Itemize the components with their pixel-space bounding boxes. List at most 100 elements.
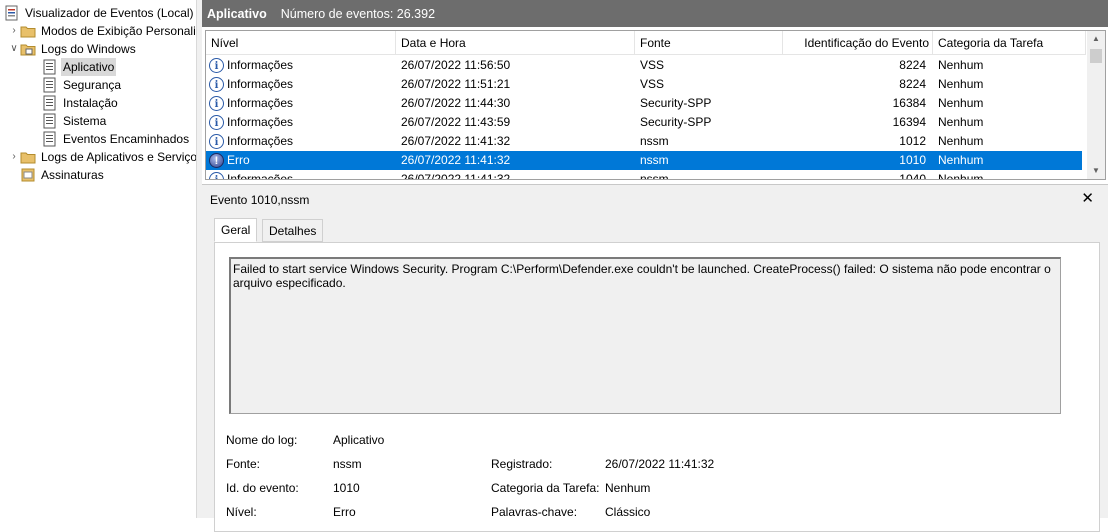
- column-header-event-id[interactable]: Identificação do Evento: [783, 31, 933, 55]
- scroll-down-icon[interactable]: ▼: [1087, 163, 1105, 179]
- vertical-scrollbar[interactable]: ▲ ▼: [1087, 31, 1105, 179]
- table-row[interactable]: Informações 26/07/2022 11:51:21 VSS 8224 Nen…: [206, 75, 1082, 94]
- tree-item-app-services-logs[interactable]: › Logs de Aplicativos e Serviço: [8, 148, 197, 166]
- cell-level: Informações: [209, 170, 394, 180]
- cell-level: Informações: [209, 113, 394, 132]
- general-tab-panel: Failed to start service Windows Security…: [214, 242, 1100, 532]
- tree-label-setup: Instalação: [63, 96, 118, 110]
- cell-source: VSS: [640, 77, 665, 91]
- level-text: Informações: [227, 77, 294, 91]
- cell-level: Informações: [209, 94, 394, 113]
- prop-category-label: Categoria da Tarefa:: [491, 481, 600, 495]
- event-description[interactable]: Failed to start service Windows Security…: [229, 257, 1061, 414]
- tree-label-security: Segurança: [63, 78, 122, 92]
- cell-source: VSS: [640, 58, 665, 72]
- column-header-row: Nível Data e Hora Fonte Identificação do…: [206, 31, 1086, 55]
- navigation-tree: Visualizador de Eventos (Local) › Modos …: [0, 0, 197, 518]
- tab-general[interactable]: Geral: [214, 218, 258, 242]
- tree-item-application[interactable]: Aplicativo: [42, 58, 117, 76]
- prop-logged-value: 26/07/2022 11:41:32: [605, 457, 715, 471]
- table-row[interactable]: Informações 26/07/2022 11:44:30 Security-S…: [206, 94, 1082, 113]
- table-row[interactable]: Informações 26/07/2022 11:56:50 VSS 8224 Nen…: [206, 56, 1082, 75]
- event-detail-title: Evento 1010,nssm: [210, 193, 310, 207]
- cell-date: 26/07/2022 11:56:50: [401, 58, 511, 72]
- chevron-right-icon[interactable]: ›: [8, 22, 20, 40]
- folder-icon: [20, 149, 36, 165]
- table-row[interactable]: Informações 26/07/2022 11:43:59 Security-S…: [206, 113, 1082, 132]
- tree-item-custom-views[interactable]: › Modos de Exibição Personali: [8, 22, 196, 40]
- column-header-category[interactable]: Categoria da Tarefa: [933, 31, 1086, 55]
- level-text: Informações: [227, 172, 294, 180]
- tree-item-setup[interactable]: Instalação: [42, 94, 120, 112]
- content-pane: Aplicativo Número de eventos: 26.392 Nív…: [202, 0, 1108, 532]
- cell-category: Nenhum: [938, 153, 984, 167]
- tree-label-forwarded-events: Eventos Encaminhados: [63, 132, 190, 146]
- column-header-date[interactable]: Data e Hora: [396, 31, 635, 55]
- tree-item-subscriptions[interactable]: Assinaturas: [20, 166, 106, 184]
- info-icon: [209, 171, 224, 179]
- tree-label-application: Aplicativo: [61, 58, 117, 76]
- prop-category-value: Nenhum: [605, 481, 651, 495]
- level-text: Erro: [227, 153, 250, 167]
- table-row[interactable]: Informações 26/07/2022 11:41:32 nssm 1040 Ne…: [206, 170, 1082, 180]
- column-header-source[interactable]: Fonte: [635, 31, 783, 55]
- tab-details[interactable]: Detalhes: [262, 219, 324, 242]
- tree-label-custom-views: Modos de Exibição Personali: [41, 24, 196, 38]
- chevron-right-icon[interactable]: ›: [8, 148, 20, 166]
- scroll-thumb[interactable]: [1090, 49, 1102, 63]
- tree-item-root[interactable]: Visualizador de Eventos (Local): [4, 4, 196, 22]
- prop-level-label: Nível:: [226, 505, 257, 519]
- column-header-level[interactable]: Nível: [206, 31, 396, 55]
- table-row[interactable]: Erro 26/07/2022 11:41:32 nssm 1010 Nenhum: [206, 151, 1082, 170]
- level-text: Informações: [227, 96, 294, 110]
- cell-source: Security-SPP: [640, 115, 712, 129]
- cell-source: nssm: [640, 134, 669, 148]
- info-icon: [209, 95, 224, 113]
- cell-category: Nenhum: [938, 115, 984, 129]
- tree-label-subscriptions: Assinaturas: [41, 168, 104, 182]
- cell-source: nssm: [640, 153, 669, 167]
- tree-item-system[interactable]: Sistema: [42, 112, 108, 130]
- cell-category: Nenhum: [938, 58, 984, 72]
- info-icon: [209, 133, 224, 151]
- close-icon[interactable]: ✕: [1081, 189, 1094, 207]
- level-text: Informações: [227, 134, 294, 148]
- level-text: Informações: [227, 58, 294, 72]
- event-list: Nível Data e Hora Fonte Identificação do…: [205, 30, 1106, 180]
- cell-event-id: 1040: [899, 172, 926, 180]
- cell-date: 26/07/2022 11:41:32: [401, 134, 511, 148]
- log-header: Aplicativo Número de eventos: 26.392: [202, 0, 1108, 27]
- cell-event-id: 16384: [892, 96, 926, 110]
- tree-label-app-services-logs: Logs de Aplicativos e Serviço: [41, 150, 197, 164]
- subscriptions-icon: [20, 167, 36, 183]
- prop-keywords-label: Palavras-chave:: [491, 505, 578, 519]
- event-detail-pane: Evento 1010,nssm ✕ Geral Detalhes Failed…: [202, 184, 1108, 532]
- cell-level: Informações: [209, 75, 394, 94]
- cell-event-id: 8224: [899, 58, 926, 72]
- cell-date: 26/07/2022 11:44:30: [401, 96, 511, 110]
- prop-keywords-value: Clássico: [605, 505, 651, 519]
- prop-source-label: Fonte:: [226, 457, 261, 471]
- level-text: Informações: [227, 115, 294, 129]
- cell-event-id: 16394: [892, 115, 926, 129]
- log-icon: [42, 131, 58, 147]
- info-icon: [209, 76, 224, 94]
- event-count: Número de eventos: 26.392: [280, 6, 436, 21]
- scroll-up-icon[interactable]: ▲: [1087, 31, 1105, 47]
- table-row[interactable]: Informações 26/07/2022 11:41:32 nssm 1012 Ne…: [206, 132, 1082, 151]
- chevron-down-icon[interactable]: ∨: [8, 40, 20, 58]
- cell-source: nssm: [640, 172, 669, 180]
- tree-item-windows-logs[interactable]: ∨ Logs do Windows: [8, 40, 138, 58]
- info-icon: [209, 114, 224, 132]
- cell-level: Erro: [209, 151, 394, 170]
- tree-item-security[interactable]: Segurança: [42, 76, 123, 94]
- log-icon: [42, 113, 58, 129]
- cell-level: Informações: [209, 132, 394, 151]
- cell-event-id: 1010: [899, 153, 926, 167]
- event-viewer-icon: [4, 5, 20, 21]
- tree-item-forwarded-events[interactable]: Eventos Encaminhados: [42, 130, 191, 148]
- prop-level-value: Erro: [333, 505, 356, 519]
- cell-category: Nenhum: [938, 172, 984, 180]
- cell-category: Nenhum: [938, 96, 984, 110]
- tree-label-root: Visualizador de Eventos (Local): [25, 6, 194, 20]
